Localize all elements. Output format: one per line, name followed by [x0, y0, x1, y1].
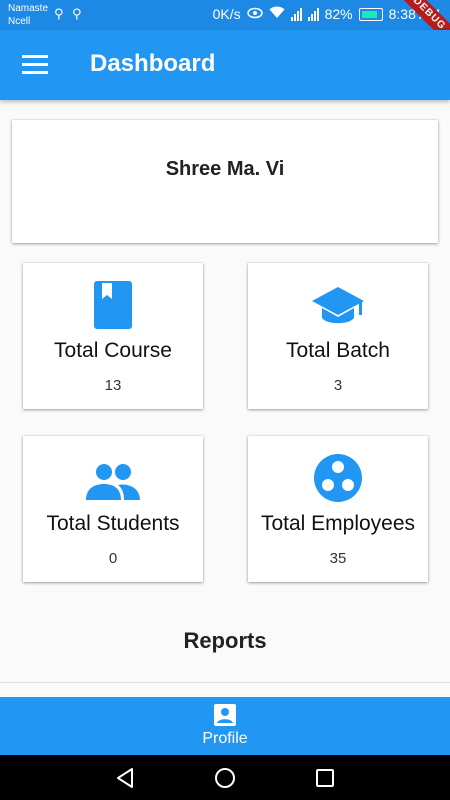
account-box-icon [214, 704, 236, 726]
signal-icon [307, 7, 319, 21]
profile-label: Profile [202, 730, 248, 747]
group-circle-icon [314, 454, 362, 502]
carrier-line-1: Namaste [8, 3, 49, 14]
total-students-card[interactable]: Total Students 0 [23, 436, 203, 582]
network-speed: 0K/s [212, 6, 241, 22]
menu-icon[interactable] [22, 55, 48, 75]
divider [0, 682, 450, 683]
battery-icon [358, 7, 383, 21]
stat-value: 35 [329, 550, 347, 567]
page-title: Dashboard [90, 50, 216, 77]
battery-percent: 82% [324, 6, 353, 22]
wifi-icon [269, 6, 285, 22]
recents-icon[interactable] [313, 766, 337, 790]
total-employees-card[interactable]: Total Employees 35 [248, 436, 428, 582]
stat-value: 13 [104, 377, 122, 394]
status-bar: Namaste Ncell ⚲ ⚲ 0K/s 82% 8:38 AM DEBUG [0, 0, 450, 59]
total-batch-card[interactable]: Total Batch 3 [248, 263, 428, 409]
profile-nav-item[interactable]: Profile [175, 697, 275, 755]
usb-icon: ⚲ [72, 6, 82, 21]
reports-heading: Reports [183, 628, 267, 653]
stat-label: Total Employees [260, 512, 416, 535]
back-icon[interactable] [113, 766, 137, 790]
people-icon [86, 464, 140, 500]
stat-label: Total Course [54, 339, 172, 362]
bottom-navigation: Profile [0, 697, 450, 755]
book-icon [94, 281, 132, 329]
stat-label: Total Batch [286, 339, 390, 362]
stat-value: 0 [108, 550, 118, 567]
eye-icon [246, 6, 263, 22]
app-bar: Dashboard [0, 30, 450, 100]
school-card: Shree Ma. Vi [12, 120, 438, 243]
carrier-name: Namaste Ncell [8, 2, 48, 28]
signal-icon [290, 7, 302, 21]
stat-value: 3 [333, 377, 343, 394]
graduation-cap-icon [312, 287, 364, 324]
carrier-line-2: Ncell [8, 16, 31, 27]
total-course-card[interactable]: Total Course 13 [23, 263, 203, 409]
stat-label: Total Students [46, 512, 180, 535]
status-indicators: 0K/s 82% 8:38 AM [213, 6, 440, 22]
usb-icon: ⚲ [54, 6, 64, 21]
home-icon[interactable] [213, 766, 237, 790]
school-name: Shree Ma. Vi [165, 158, 285, 180]
system-navigation-bar [0, 755, 450, 800]
